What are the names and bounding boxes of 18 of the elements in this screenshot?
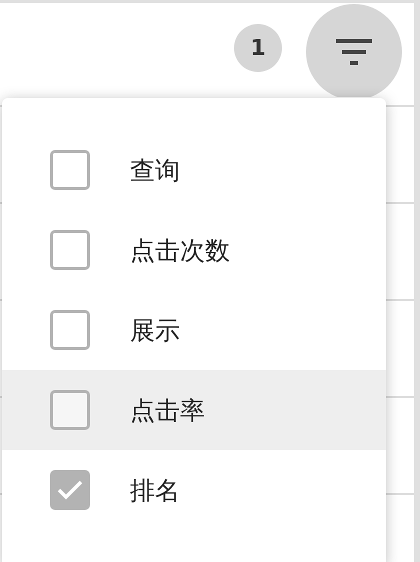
option-label: 查询 [130, 154, 180, 186]
option-label: 点击次数 [130, 234, 230, 266]
option-label: 点击率 [130, 394, 205, 426]
checkbox[interactable] [50, 150, 90, 190]
option-label: 展示 [130, 314, 180, 346]
checkbox[interactable] [50, 470, 90, 510]
checkmark-icon [57, 480, 83, 500]
option-label: 排名 [130, 474, 180, 506]
menu-option[interactable]: 点击率 [2, 370, 386, 450]
menu-option[interactable]: 点击次数 [2, 210, 386, 290]
menu-option[interactable]: 查询 [2, 130, 386, 210]
checkbox[interactable] [50, 310, 90, 350]
filter-count-badge: 1 [234, 24, 282, 72]
checkbox[interactable] [50, 230, 90, 270]
checkbox[interactable] [50, 390, 90, 430]
filter-icon [336, 38, 372, 64]
menu-option[interactable]: 展示 [2, 290, 386, 370]
menu-option[interactable]: 排名 [2, 450, 386, 530]
